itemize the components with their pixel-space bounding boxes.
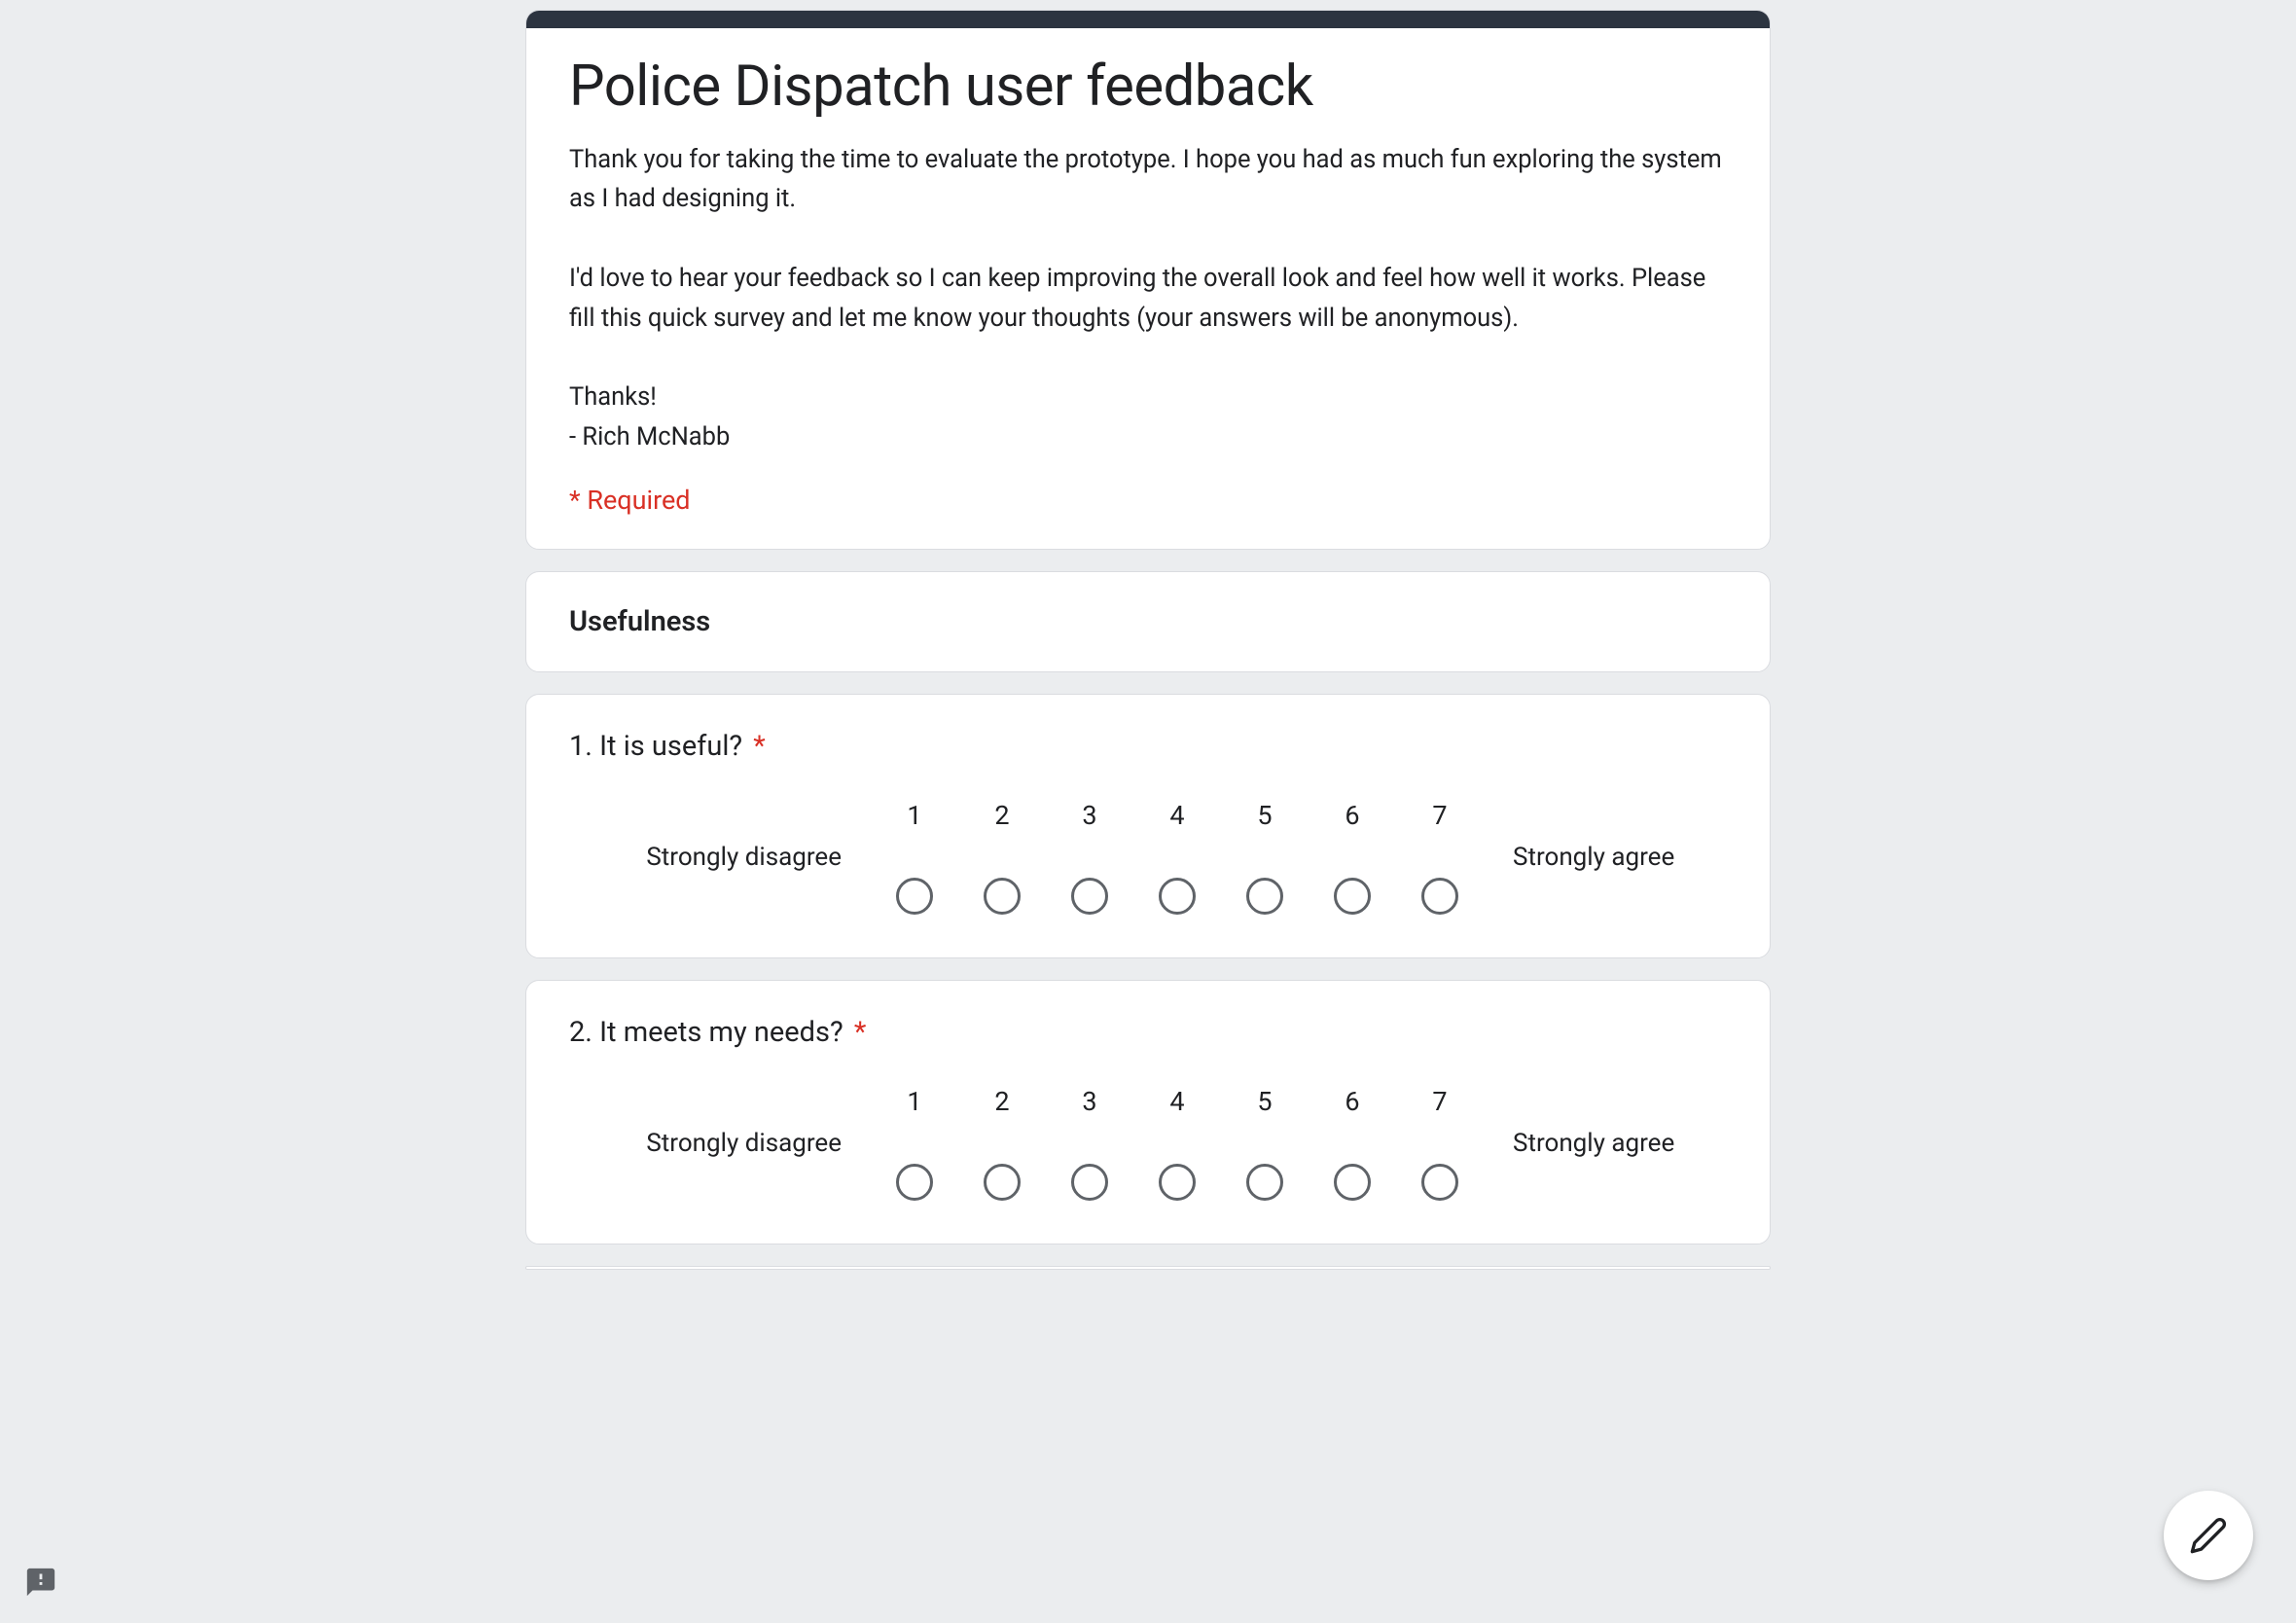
likert-row: Strongly disagree 1 2 3 4 5 6 7 Strongly… bbox=[569, 800, 1727, 915]
likert-low-label: Strongly disagree bbox=[618, 1129, 842, 1158]
scale-number: 3 bbox=[1082, 1086, 1096, 1117]
report-icon bbox=[24, 1566, 57, 1599]
radio-q2-7[interactable] bbox=[1421, 1164, 1458, 1201]
scale-number: 2 bbox=[994, 1086, 1009, 1117]
question-text: 2. It meets my needs? bbox=[569, 1016, 843, 1049]
radio-q1-3[interactable] bbox=[1071, 878, 1108, 915]
scale-number: 6 bbox=[1345, 800, 1359, 831]
question-text: 1. It is useful? bbox=[569, 730, 742, 763]
likert-high-label: Strongly agree bbox=[1513, 843, 1678, 872]
radio-q1-1[interactable] bbox=[896, 878, 933, 915]
radio-q2-2[interactable] bbox=[984, 1164, 1021, 1201]
scale-number: 5 bbox=[1257, 1086, 1272, 1117]
radio-q2-6[interactable] bbox=[1334, 1164, 1371, 1201]
scale-number: 7 bbox=[1432, 800, 1447, 831]
pencil-icon bbox=[2189, 1516, 2228, 1555]
likert-row: Strongly disagree 1 2 3 4 5 6 7 Strongly… bbox=[569, 1086, 1727, 1201]
scale-number: 7 bbox=[1432, 1086, 1447, 1117]
section-title: Usefulness bbox=[569, 605, 1727, 638]
form-description: Thank you for taking the time to evaluat… bbox=[569, 140, 1727, 457]
radio-q2-1[interactable] bbox=[896, 1164, 933, 1201]
form-header-card: Police Dispatch user feedback Thank you … bbox=[525, 10, 1771, 550]
radio-q1-7[interactable] bbox=[1421, 878, 1458, 915]
scale-number: 1 bbox=[907, 800, 921, 831]
scale-number: 1 bbox=[907, 1086, 921, 1117]
radio-q1-4[interactable] bbox=[1159, 878, 1196, 915]
question-card-1: 1. It is useful? * Strongly disagree 1 2… bbox=[525, 694, 1771, 958]
scale-number: 4 bbox=[1169, 800, 1184, 831]
scale-number: 4 bbox=[1169, 1086, 1184, 1117]
radio-q2-5[interactable] bbox=[1246, 1164, 1283, 1201]
scale-number: 2 bbox=[994, 800, 1009, 831]
radio-q1-6[interactable] bbox=[1334, 878, 1371, 915]
likert-scale: 1 2 3 4 5 6 7 bbox=[871, 1086, 1484, 1201]
form-header-accent bbox=[526, 11, 1770, 28]
report-problem-button[interactable] bbox=[21, 1563, 60, 1602]
radio-q1-2[interactable] bbox=[984, 878, 1021, 915]
next-card-peek bbox=[525, 1266, 1771, 1270]
form-title: Police Dispatch user feedback bbox=[569, 52, 1727, 123]
likert-high-label: Strongly agree bbox=[1513, 1129, 1678, 1158]
likert-scale: 1 2 3 4 5 6 7 bbox=[871, 800, 1484, 915]
required-asterisk: * bbox=[854, 1016, 867, 1049]
question-title: 2. It meets my needs? * bbox=[569, 1016, 1727, 1049]
required-asterisk: * bbox=[753, 730, 766, 763]
required-note: * Required bbox=[569, 485, 1727, 516]
question-title: 1. It is useful? * bbox=[569, 730, 1727, 763]
radio-q2-3[interactable] bbox=[1071, 1164, 1108, 1201]
question-card-2: 2. It meets my needs? * Strongly disagre… bbox=[525, 980, 1771, 1244]
scale-number: 3 bbox=[1082, 800, 1096, 831]
radio-q1-5[interactable] bbox=[1246, 878, 1283, 915]
edit-form-button[interactable] bbox=[2164, 1491, 2253, 1580]
section-header-card: Usefulness bbox=[525, 571, 1771, 672]
likert-low-label: Strongly disagree bbox=[618, 843, 842, 872]
scale-number: 6 bbox=[1345, 1086, 1359, 1117]
scale-number: 5 bbox=[1257, 800, 1272, 831]
radio-q2-4[interactable] bbox=[1159, 1164, 1196, 1201]
